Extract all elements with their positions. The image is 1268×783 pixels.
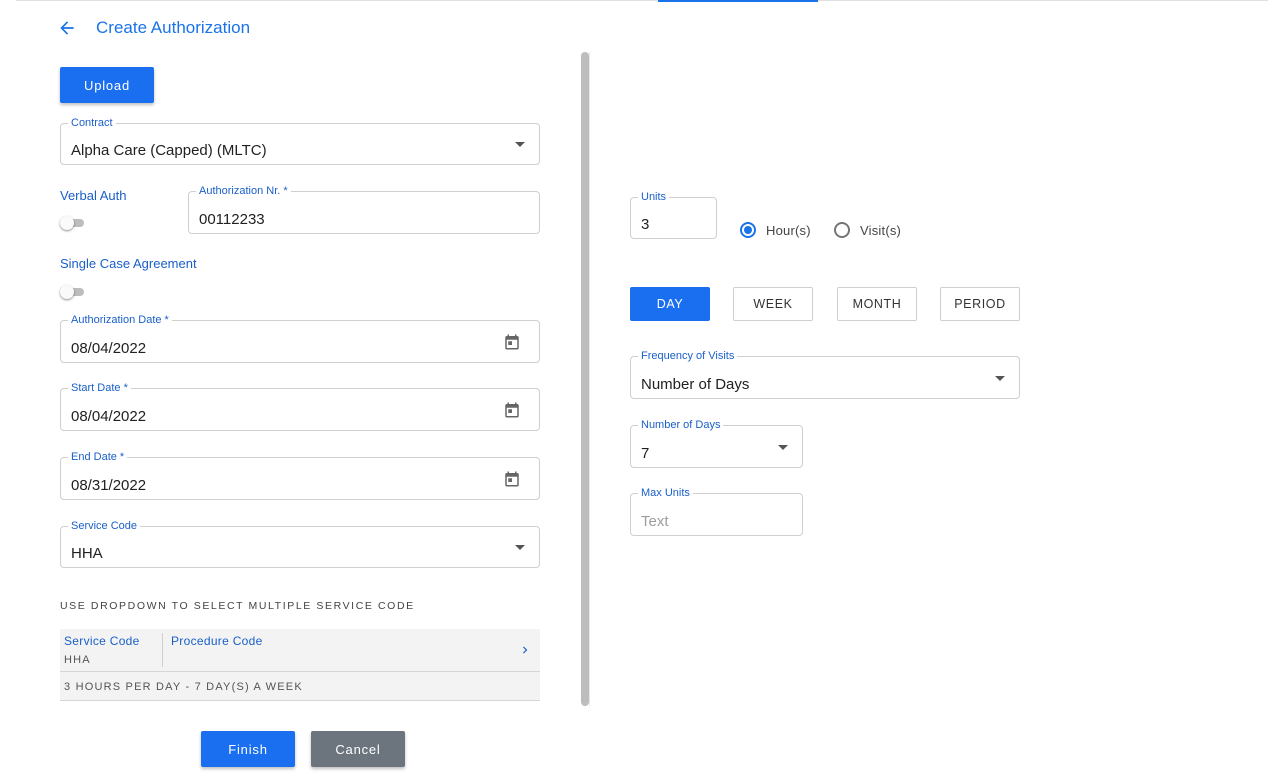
period-button[interactable]: PERIOD xyxy=(940,287,1020,321)
chevron-right-icon[interactable] xyxy=(518,643,532,657)
frequency-of-visits-label: Frequency of Visits xyxy=(638,349,738,363)
service-summary: 3 HOURS PER DAY - 7 DAY(S) A WEEK xyxy=(64,681,303,693)
service-code-select[interactable]: Service Code HHA xyxy=(60,519,540,568)
visits-radio-label: Visit(s) xyxy=(860,222,902,238)
hours-radio-label: Hour(s) xyxy=(766,222,811,238)
units-value: 3 xyxy=(641,216,650,233)
day-button[interactable]: DAY xyxy=(630,287,710,321)
service-code-hint: USE DROPDOWN TO SELECT MULTIPLE SERVICE … xyxy=(60,600,415,612)
authorization-date-field[interactable]: Authorization Date * 08/04/2022 xyxy=(60,313,540,363)
number-of-days-value: 7 xyxy=(641,445,650,462)
month-button[interactable]: MONTH xyxy=(837,287,917,321)
panel-divider xyxy=(589,52,590,706)
contract-select[interactable]: Contract Alpha Care (Capped) (MLTC) xyxy=(60,116,540,165)
page-header: Create Authorization xyxy=(56,16,250,40)
start-date-value: 08/04/2022 xyxy=(71,408,147,425)
page-title: Create Authorization xyxy=(96,18,251,37)
units-field[interactable]: Units 3 xyxy=(630,190,717,239)
row-divider xyxy=(60,671,540,672)
calendar-icon[interactable] xyxy=(503,470,521,488)
procedure-code-column-header: Procedure Code xyxy=(171,634,263,648)
service-code-column-header: Service Code xyxy=(64,634,140,648)
start-date-label: Start Date * xyxy=(68,381,131,395)
frequency-of-visits-select[interactable]: Frequency of Visits Number of Days xyxy=(630,349,1020,399)
single-case-agreement-toggle[interactable] xyxy=(60,285,86,299)
cancel-button[interactable]: Cancel xyxy=(311,731,405,767)
toggle-thumb xyxy=(60,285,74,299)
max-units-field[interactable]: Max Units Text xyxy=(630,486,803,536)
calendar-icon[interactable] xyxy=(503,333,521,351)
number-of-days-label: Number of Days xyxy=(638,418,724,432)
radio-checked-icon xyxy=(740,222,756,238)
finish-button[interactable]: Finish xyxy=(201,731,295,767)
radio-unchecked-icon xyxy=(834,222,850,238)
frequency-of-visits-value: Number of Days xyxy=(641,376,750,393)
calendar-icon[interactable] xyxy=(503,401,521,419)
chevron-down-icon xyxy=(995,375,1005,381)
chevron-down-icon xyxy=(778,444,788,450)
column-divider xyxy=(162,633,163,667)
scrollbar-thumb[interactable] xyxy=(581,52,589,706)
end-date-field[interactable]: End Date * 08/31/2022 xyxy=(60,450,540,500)
end-date-label: End Date * xyxy=(68,450,128,464)
max-units-placeholder: Text xyxy=(641,513,669,530)
verbal-auth-label: Verbal Auth xyxy=(60,188,127,203)
service-code-table: Service Code Procedure Code HHA 3 HOURS … xyxy=(60,629,540,701)
service-code-cell: HHA xyxy=(64,654,91,666)
number-of-days-select[interactable]: Number of Days 7 xyxy=(630,418,803,468)
hours-radio[interactable]: Hour(s) xyxy=(740,222,811,238)
top-divider xyxy=(16,0,1268,1)
toggle-thumb xyxy=(60,216,74,230)
chevron-down-icon xyxy=(515,545,525,550)
authorization-date-value: 08/04/2022 xyxy=(71,340,147,357)
authorization-date-label: Authorization Date * xyxy=(68,313,172,327)
arrow-left-icon[interactable] xyxy=(56,17,78,39)
end-date-value: 08/31/2022 xyxy=(71,477,147,494)
authorization-number-field[interactable]: Authorization Nr. * 00112233 xyxy=(188,184,540,234)
chevron-down-icon xyxy=(515,142,525,147)
service-code-label: Service Code xyxy=(68,519,141,533)
active-tab-indicator xyxy=(658,0,818,2)
authorization-number-label: Authorization Nr. * xyxy=(196,184,291,198)
verbal-auth-toggle[interactable] xyxy=(60,216,86,230)
week-button[interactable]: WEEK xyxy=(733,287,813,321)
authorization-number-value: 00112233 xyxy=(199,211,265,228)
units-label: Units xyxy=(638,190,670,204)
upload-button[interactable]: Upload xyxy=(60,67,154,103)
contract-label: Contract xyxy=(68,116,116,130)
max-units-label: Max Units xyxy=(638,486,693,500)
contract-value: Alpha Care (Capped) (MLTC) xyxy=(71,142,267,159)
single-case-agreement-label: Single Case Agreement xyxy=(60,256,197,271)
visits-radio[interactable]: Visit(s) xyxy=(834,222,901,238)
service-code-value: HHA xyxy=(71,545,103,562)
start-date-field[interactable]: Start Date * 08/04/2022 xyxy=(60,381,540,431)
